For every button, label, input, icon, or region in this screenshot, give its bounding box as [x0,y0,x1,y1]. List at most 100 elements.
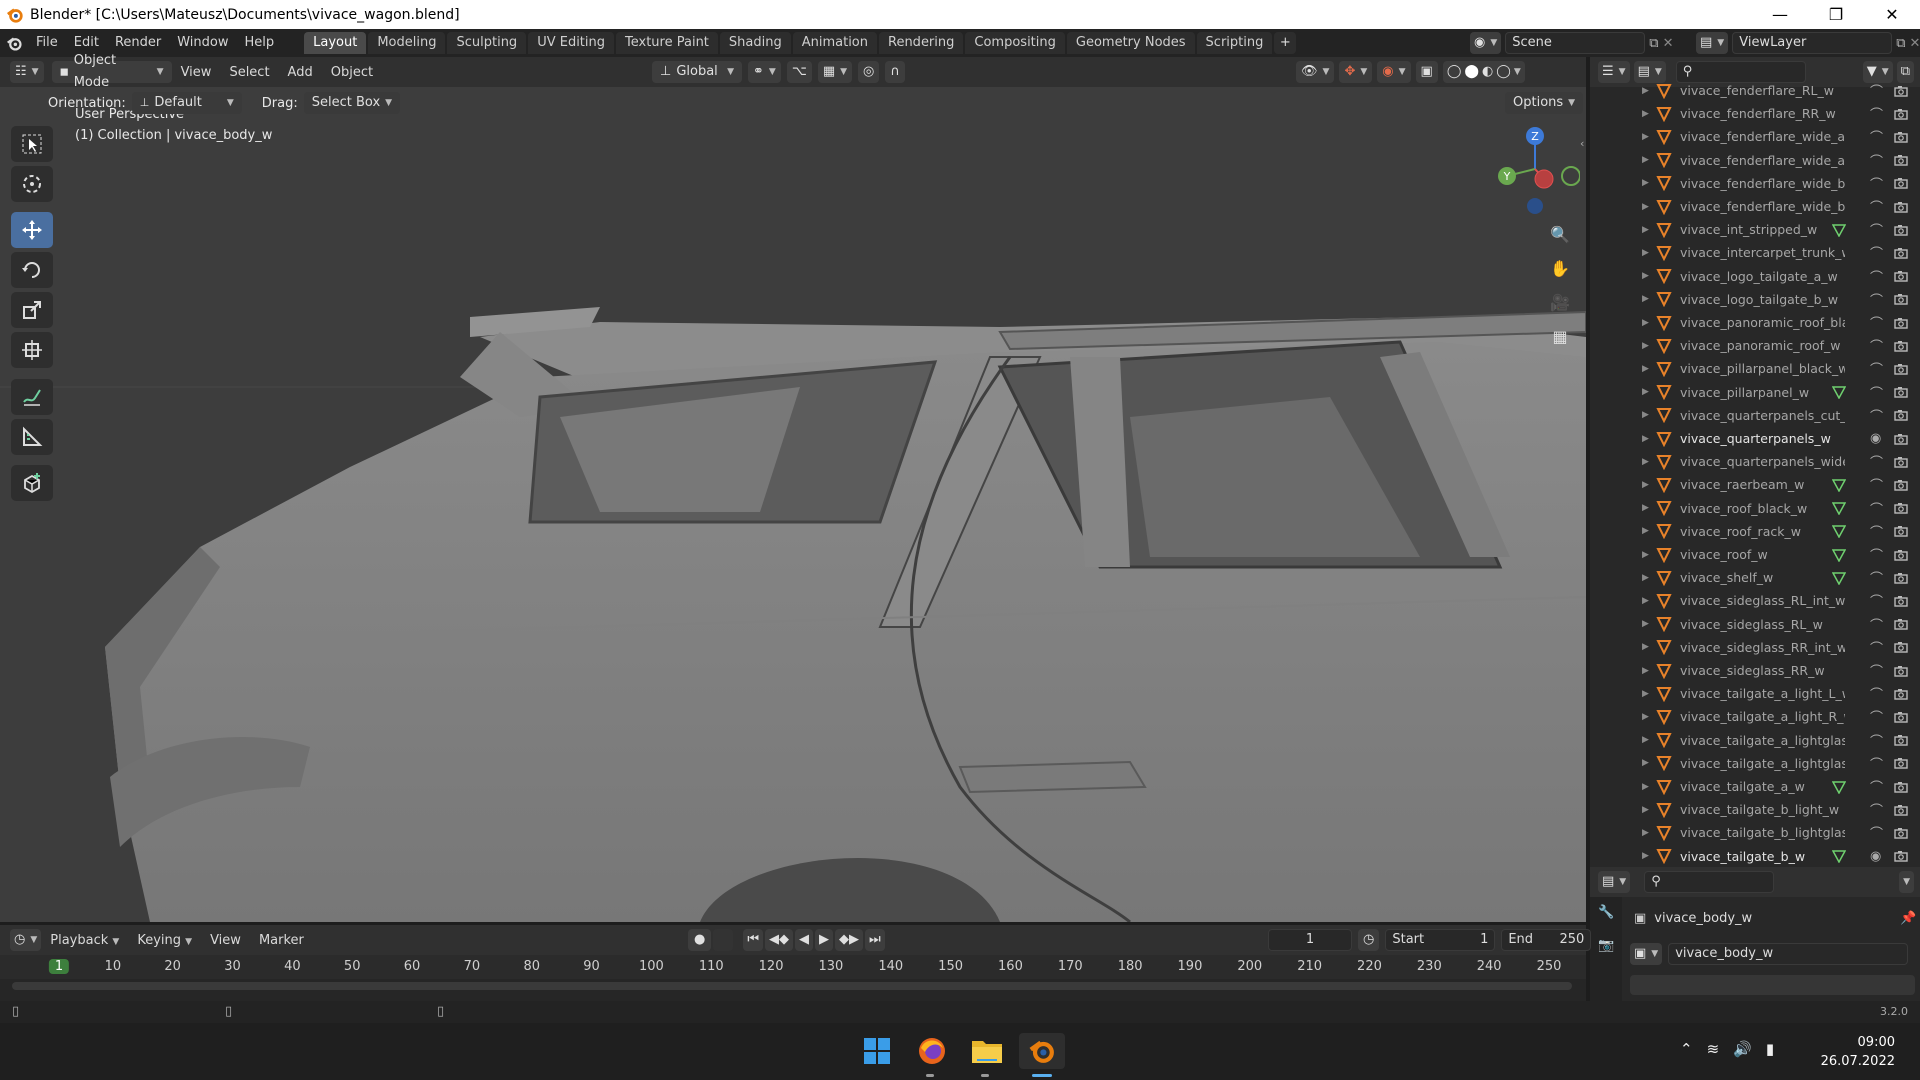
expand-arrow-icon[interactable]: ▶ [1642,410,1649,420]
expand-arrow-icon[interactable]: ▶ [1642,132,1649,142]
expand-arrow-icon[interactable]: ▶ [1642,712,1649,722]
pan-view-icon[interactable]: ✋ [1545,253,1575,283]
proportional-edit-icon[interactable]: ◎ [858,61,880,83]
eye-closed-icon[interactable]: ⌒ [1870,638,1883,657]
cursor-tool[interactable] [11,166,53,202]
mesh-data-icon[interactable] [1832,524,1846,539]
eye-closed-icon[interactable]: ⌒ [1870,684,1883,703]
render-camera-icon[interactable] [1894,502,1908,514]
menu-add[interactable]: Add [279,65,322,80]
clock-date[interactable]: 26.07.2022 [1805,1052,1895,1071]
tab-shading[interactable]: Shading [719,32,791,54]
play-reverse-icon[interactable]: ◀ [795,929,814,951]
render-camera-icon[interactable] [1894,85,1908,97]
tab-uv-editing[interactable]: UV Editing [528,32,615,54]
render-camera-icon[interactable] [1894,177,1908,189]
render-camera-icon[interactable] [1894,293,1908,305]
eye-closed-icon[interactable]: ⌒ [1870,522,1883,541]
eye-closed-icon[interactable]: ⌒ [1870,800,1883,819]
outliner-item[interactable]: ▶ vivace_int_stripped_w ⌒ [1590,218,1920,241]
render-camera-icon[interactable] [1894,317,1908,329]
jump-to-start-icon[interactable]: ⏮ [743,929,764,951]
outliner-item[interactable]: ▶ vivace_fenderflare_wide_b_ ⌒ [1590,195,1920,218]
render-camera-icon[interactable] [1894,665,1908,677]
battery-icon[interactable]: ▮ [1766,1040,1774,1058]
pin-icon[interactable]: 📌 [1900,911,1916,926]
mesh-data-icon[interactable] [1832,849,1846,864]
render-camera-icon[interactable] [1894,409,1908,421]
expand-arrow-icon[interactable]: ▶ [1642,294,1649,304]
render-camera-icon[interactable] [1894,549,1908,561]
expand-arrow-icon[interactable]: ▶ [1642,155,1649,165]
outliner-item[interactable]: ▶ vivace_tailgate_a_w ⌒ [1590,775,1920,798]
expand-arrow-icon[interactable]: ▶ [1642,642,1649,652]
eye-open-icon[interactable]: ◉ [1870,431,1881,446]
eye-closed-icon[interactable]: ⌒ [1870,591,1883,610]
material-shading-icon[interactable]: ◐ [1482,61,1493,83]
expand-arrow-icon[interactable]: ▶ [1642,202,1649,212]
outliner-item[interactable]: ▶ vivace_intercarpet_trunk_w ⌒ [1590,241,1920,264]
scene-name-field[interactable]: Scene [1505,32,1646,54]
3d-viewport[interactable]: User Perspective (1) Collection | vivace… [0,87,1586,922]
blender-menu-icon[interactable] [0,35,28,52]
eye-closed-icon[interactable]: ⌒ [1870,243,1883,262]
rendered-shading-icon[interactable]: ◯ [1496,61,1511,83]
timeline-scrollbar[interactable] [12,982,1572,990]
transform-panel-header[interactable] [1630,975,1915,995]
viewlayer-name-field[interactable]: ViewLayer [1732,32,1893,54]
outliner-item[interactable]: ▶ vivace_shelf_w ⌒ [1590,566,1920,589]
new-viewlayer-icon[interactable]: ⧉ [1896,36,1905,51]
menu-timeline-view[interactable]: View [201,933,250,948]
expand-arrow-icon[interactable]: ▶ [1642,86,1649,96]
auto-keying-icon[interactable]: ● [688,929,712,951]
outliner-item[interactable]: ▶ vivace_pillarpanel_w ⌒ [1590,381,1920,404]
eye-closed-icon[interactable]: ⌒ [1870,267,1883,286]
render-camera-icon[interactable] [1894,641,1908,653]
expand-arrow-icon[interactable]: ▶ [1642,596,1649,606]
eye-closed-icon[interactable]: ⌒ [1870,499,1883,518]
current-frame-field[interactable]: 1 [1268,929,1352,951]
outliner-item[interactable]: ▶ vivace_tailgate_a_light_L_w ⌒ [1590,682,1920,705]
tab-modeling[interactable]: Modeling [368,32,446,54]
expand-arrow-icon[interactable]: ▶ [1642,318,1649,328]
render-camera-icon[interactable] [1894,270,1908,282]
outliner-item[interactable]: ▶ vivace_roof_rack_w ⌒ [1590,520,1920,543]
outliner-item[interactable]: ▶ vivace_sideglass_RL_int_w ⌒ [1590,589,1920,612]
add-workspace-button[interactable]: + [1274,32,1297,54]
mesh-data-icon[interactable] [1832,478,1846,492]
eye-closed-icon[interactable]: ⌒ [1870,777,1883,796]
properties-editor-type-icon[interactable]: ▤ ▼ [1598,871,1631,893]
render-camera-icon[interactable] [1894,595,1908,607]
render-camera-icon[interactable] [1894,340,1908,352]
expand-arrow-icon[interactable]: ▶ [1642,805,1649,815]
eye-closed-icon[interactable]: ⌒ [1870,174,1883,193]
expand-arrow-icon[interactable]: ▶ [1642,573,1649,583]
menu-select[interactable]: Select [220,65,278,80]
editor-type-icon[interactable]: ☷ ▼ [10,61,44,83]
overlay-icon[interactable]: ◉ ▼ [1377,61,1411,83]
menu-keying[interactable]: Keying ▼ [128,933,201,948]
eye-closed-icon[interactable]: ⌒ [1870,406,1883,425]
tab-rendering[interactable]: Rendering [879,32,964,54]
expand-arrow-icon[interactable]: ▶ [1642,503,1649,513]
end-frame-field[interactable]: End 250 [1501,929,1592,951]
shading-options-icon[interactable]: ▼ [1514,61,1521,83]
eye-closed-icon[interactable]: ⌒ [1870,127,1883,146]
outliner-item[interactable]: ▶ vivace_tailgate_a_lightglass ⌒ [1590,729,1920,752]
properties-search-input[interactable]: ⚲ [1644,871,1775,893]
new-scene-icon[interactable]: ⧉ [1649,36,1658,51]
render-camera-icon[interactable] [1894,201,1908,213]
expand-arrow-icon[interactable]: ▶ [1642,248,1649,258]
render-camera-icon[interactable] [1894,479,1908,491]
eye-closed-icon[interactable]: ⌒ [1870,731,1883,750]
expand-arrow-icon[interactable]: ▶ [1642,178,1649,188]
render-camera-icon[interactable] [1894,711,1908,723]
outliner-item[interactable]: ▶ vivace_sideglass_RR_w ⌒ [1590,659,1920,682]
eye-closed-icon[interactable]: ⌒ [1870,336,1883,355]
expand-arrow-icon[interactable]: ▶ [1642,341,1649,351]
blender-taskbar-icon[interactable] [1019,1033,1065,1069]
eye-closed-icon[interactable]: ⌒ [1870,661,1883,680]
mesh-data-icon[interactable] [1832,548,1846,562]
expand-arrow-icon[interactable]: ▶ [1642,387,1649,397]
mesh-data-icon[interactable] [1832,571,1846,585]
